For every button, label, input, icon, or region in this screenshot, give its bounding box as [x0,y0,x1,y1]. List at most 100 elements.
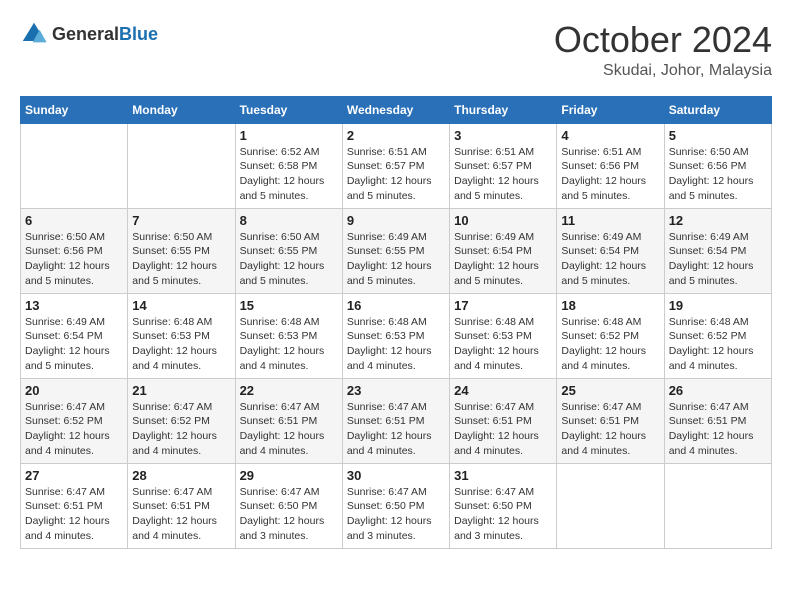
day-number: 20 [25,383,123,398]
day-number: 16 [347,298,445,313]
calendar-header-row: SundayMondayTuesdayWednesdayThursdayFrid… [21,96,772,123]
day-detail: Sunrise: 6:47 AMSunset: 6:51 PMDaylight:… [454,400,552,459]
calendar-cell: 9Sunrise: 6:49 AMSunset: 6:55 PMDaylight… [342,208,449,293]
calendar-cell: 10 Sunrise: 6:49 AMSunset: 6:54 PMDayligh… [450,208,557,293]
logo-icon [20,20,48,48]
day-number: 26 [669,383,767,398]
month-title: October 2024 [554,20,772,60]
day-detail: Sunrise: 6:48 AMSunset: 6:52 PMDaylight:… [669,315,767,374]
day-detail: Sunrise: 6:49 AMSunset: 6:54 PMDaylight:… [561,230,659,289]
day-detail: Sunrise: 6:49 AMSunset: 6:54 PMDaylight:… [454,230,552,289]
day-number: 15 [240,298,338,313]
calendar-week-1: 1Sunrise: 6:52 AMSunset: 6:58 PMDaylight… [21,123,772,208]
calendar-cell: 5 Sunrise: 6:50 AMSunset: 6:56 PMDaylight… [664,123,771,208]
day-header-friday: Friday [557,96,664,123]
calendar-cell: 31 Sunrise: 6:47 AMSunset: 6:50 PMDayligh… [450,463,557,548]
calendar-cell [664,463,771,548]
day-number: 29 [240,468,338,483]
calendar-cell: 19 Sunrise: 6:48 AMSunset: 6:52 PMDayligh… [664,293,771,378]
day-detail: Sunrise: 6:51 AMSunset: 6:56 PMDaylight:… [561,145,659,204]
logo: GeneralBlue [20,20,158,48]
day-detail: Sunrise: 6:51 AMSunset: 6:57 PMDaylight:… [347,145,445,204]
day-detail: Sunrise: 6:47 AMSunset: 6:51 PMDaylight:… [669,400,767,459]
calendar-cell: 24Sunrise: 6:47 AMSunset: 6:51 PMDayligh… [450,378,557,463]
calendar-week-4: 20 Sunrise: 6:47 AMSunset: 6:52 PMDayligh… [21,378,772,463]
calendar-cell: 26 Sunrise: 6:47 AMSunset: 6:51 PMDayligh… [664,378,771,463]
day-detail: Sunrise: 6:48 AMSunset: 6:53 PMDaylight:… [347,315,445,374]
calendar-cell: 28Sunrise: 6:47 AMSunset: 6:51 PMDayligh… [128,463,235,548]
day-number: 19 [669,298,767,313]
day-detail: Sunrise: 6:50 AMSunset: 6:55 PMDaylight:… [240,230,338,289]
day-detail: Sunrise: 6:47 AMSunset: 6:52 PMDaylight:… [25,400,123,459]
calendar-header: SundayMondayTuesdayWednesdayThursdayFrid… [21,96,772,123]
title-block: October 2024 Skudai, Johor, Malaysia [554,20,772,80]
calendar-cell: 18 Sunrise: 6:48 AMSunset: 6:52 PMDayligh… [557,293,664,378]
day-number: 14 [132,298,230,313]
day-detail: Sunrise: 6:47 AMSunset: 6:50 PMDaylight:… [240,485,338,544]
day-detail: Sunrise: 6:48 AMSunset: 6:52 PMDaylight:… [561,315,659,374]
calendar-cell: 2 Sunrise: 6:51 AMSunset: 6:57 PMDaylight… [342,123,449,208]
day-number: 21 [132,383,230,398]
day-number: 1 [240,128,338,143]
calendar-cell: 4Sunrise: 6:51 AMSunset: 6:56 PMDaylight… [557,123,664,208]
day-number: 31 [454,468,552,483]
calendar-week-3: 13 Sunrise: 6:49 AMSunset: 6:54 PMDayligh… [21,293,772,378]
logo-blue: Blue [119,24,158,44]
day-number: 3 [454,128,552,143]
day-number: 5 [669,128,767,143]
calendar-cell: 16 Sunrise: 6:48 AMSunset: 6:53 PMDayligh… [342,293,449,378]
calendar-week-2: 6 Sunrise: 6:50 AMSunset: 6:56 PMDaylight… [21,208,772,293]
day-number: 23 [347,383,445,398]
calendar-cell [128,123,235,208]
day-detail: Sunrise: 6:49 AMSunset: 6:54 PMDaylight:… [25,315,123,374]
calendar-cell: 1Sunrise: 6:52 AMSunset: 6:58 PMDaylight… [235,123,342,208]
calendar-cell: 11Sunrise: 6:49 AMSunset: 6:54 PMDayligh… [557,208,664,293]
calendar-cell: 20 Sunrise: 6:47 AMSunset: 6:52 PMDayligh… [21,378,128,463]
day-number: 17 [454,298,552,313]
day-number: 27 [25,468,123,483]
day-number: 6 [25,213,123,228]
day-detail: Sunrise: 6:47 AMSunset: 6:51 PMDaylight:… [347,400,445,459]
day-header-monday: Monday [128,96,235,123]
calendar-cell: 23 Sunrise: 6:47 AMSunset: 6:51 PMDayligh… [342,378,449,463]
day-detail: Sunrise: 6:48 AMSunset: 6:53 PMDaylight:… [240,315,338,374]
calendar-cell: 17 Sunrise: 6:48 AMSunset: 6:53 PMDayligh… [450,293,557,378]
calendar-cell: 14 Sunrise: 6:48 AMSunset: 6:53 PMDayligh… [128,293,235,378]
day-detail: Sunrise: 6:47 AMSunset: 6:51 PMDaylight:… [25,485,123,544]
day-number: 18 [561,298,659,313]
day-header-tuesday: Tuesday [235,96,342,123]
day-detail: Sunrise: 6:47 AMSunset: 6:51 PMDaylight:… [561,400,659,459]
day-number: 8 [240,213,338,228]
page-header: GeneralBlue October 2024 Skudai, Johor, … [20,20,772,80]
calendar-cell [21,123,128,208]
day-header-thursday: Thursday [450,96,557,123]
day-number: 10 [454,213,552,228]
day-number: 12 [669,213,767,228]
day-detail: Sunrise: 6:49 AMSunset: 6:54 PMDaylight:… [669,230,767,289]
logo-general: General [52,24,119,44]
calendar-week-5: 27 Sunrise: 6:47 AMSunset: 6:51 PMDayligh… [21,463,772,548]
day-number: 28 [132,468,230,483]
day-detail: Sunrise: 6:50 AMSunset: 6:56 PMDaylight:… [669,145,767,204]
calendar-body: 1Sunrise: 6:52 AMSunset: 6:58 PMDaylight… [21,123,772,548]
day-detail: Sunrise: 6:48 AMSunset: 6:53 PMDaylight:… [132,315,230,374]
day-detail: Sunrise: 6:51 AMSunset: 6:57 PMDaylight:… [454,145,552,204]
calendar-table: SundayMondayTuesdayWednesdayThursdayFrid… [20,96,772,549]
calendar-cell [557,463,664,548]
day-number: 7 [132,213,230,228]
calendar-cell: 27 Sunrise: 6:47 AMSunset: 6:51 PMDayligh… [21,463,128,548]
day-detail: Sunrise: 6:49 AMSunset: 6:55 PMDaylight:… [347,230,445,289]
day-number: 2 [347,128,445,143]
day-detail: Sunrise: 6:47 AMSunset: 6:50 PMDaylight:… [347,485,445,544]
day-detail: Sunrise: 6:50 AMSunset: 6:56 PMDaylight:… [25,230,123,289]
day-number: 13 [25,298,123,313]
calendar-cell: 15 Sunrise: 6:48 AMSunset: 6:53 PMDayligh… [235,293,342,378]
calendar-cell: 25Sunrise: 6:47 AMSunset: 6:51 PMDayligh… [557,378,664,463]
calendar-cell: 21 Sunrise: 6:47 AMSunset: 6:52 PMDayligh… [128,378,235,463]
calendar-cell: 29 Sunrise: 6:47 AMSunset: 6:50 PMDayligh… [235,463,342,548]
calendar-cell: 30Sunrise: 6:47 AMSunset: 6:50 PMDayligh… [342,463,449,548]
day-detail: Sunrise: 6:47 AMSunset: 6:52 PMDaylight:… [132,400,230,459]
day-detail: Sunrise: 6:47 AMSunset: 6:50 PMDaylight:… [454,485,552,544]
day-detail: Sunrise: 6:48 AMSunset: 6:53 PMDaylight:… [454,315,552,374]
day-detail: Sunrise: 6:50 AMSunset: 6:55 PMDaylight:… [132,230,230,289]
